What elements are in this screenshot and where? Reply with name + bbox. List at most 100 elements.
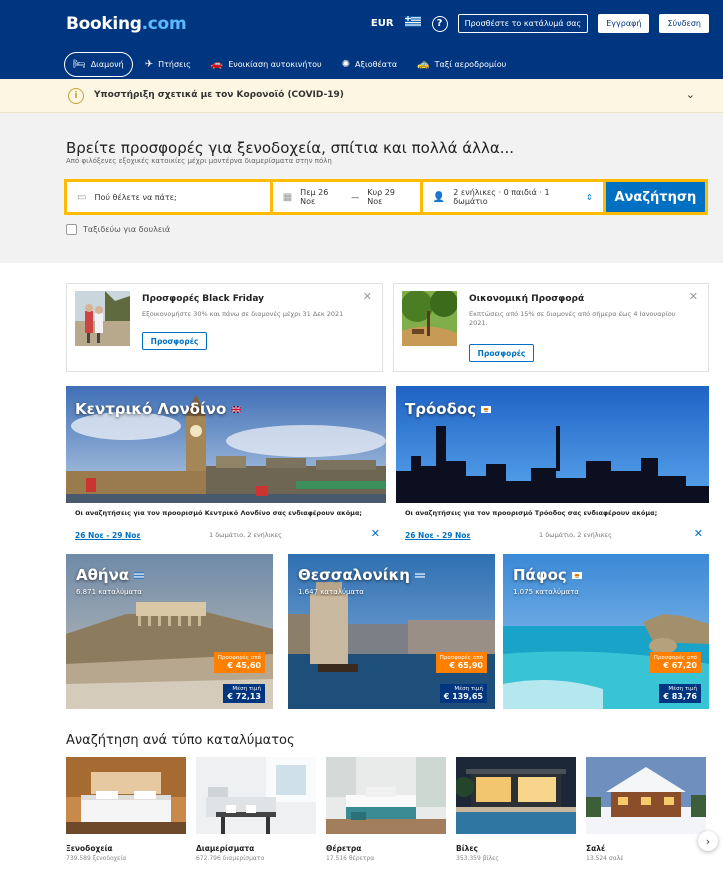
currency-selector[interactable]: EUR xyxy=(371,18,394,29)
signin-button[interactable]: Σύνδεση xyxy=(659,14,709,33)
average-price-badge: Μέση τιμή € 139,65 xyxy=(439,684,487,703)
property-count: 1.647 καταλύματα xyxy=(298,588,364,596)
hotels-image xyxy=(66,757,186,834)
search-button[interactable]: Αναζήτηση xyxy=(605,182,705,212)
work-travel-checkbox[interactable]: Ταξιδεύω για δουλειά xyxy=(66,224,170,235)
destination-thessaloniki[interactable]: Θεσσαλονίκη 1.647 καταλύματα Προσφορές α… xyxy=(288,554,495,709)
property-type-count: 13.524 σαλέ xyxy=(586,855,624,862)
property-type-count: 17.516 θέρετρα xyxy=(326,855,375,862)
taxi-icon: 🚕 xyxy=(417,59,430,70)
greece-flag-icon xyxy=(414,571,425,579)
cyprus-flag-icon xyxy=(571,571,582,579)
property-type-resorts[interactable]: Θέρετρα 17.516 θέρετρα xyxy=(326,757,446,862)
property-type-name: Σαλέ xyxy=(586,844,606,853)
nav-stays[interactable]: 🛏 Διαμονή xyxy=(64,52,133,77)
promo-image xyxy=(402,291,457,346)
nav-flights[interactable]: ✈ Πτήσεις xyxy=(137,52,199,77)
recent-search-dates-link[interactable]: 26 Νοε - 29 Νοε xyxy=(405,531,471,540)
recent-search-troodos[interactable]: Τρόοδος Οι αναζητήσεις για τον προορισμό… xyxy=(396,386,709,551)
promo-desc: Εκπτώσεις από 15% σε διαμονές από σήμερα… xyxy=(469,310,676,328)
destination-athens[interactable]: Αθήνα 6.871 καταλύματα Προσφορές από € 45… xyxy=(66,554,273,709)
covid-banner[interactable]: i Υποστήριξη σχετικά με τον Κορονοϊό (CO… xyxy=(0,79,723,113)
recent-search-dates-link[interactable]: 26 Νοε - 29 Νοε xyxy=(75,531,141,540)
search-bar: ▭ Πού θέλετε να πάτε; ▦ Πεμ 26 Νοε — Κυρ… xyxy=(64,179,708,215)
property-type-count: 739.589 ξενοδοχεία xyxy=(66,855,127,862)
promo-budget: Οικονομική Προσφορά Εκπτώσεις από 15% σε… xyxy=(393,283,709,372)
greece-flag-icon xyxy=(134,571,145,579)
help-icon[interactable]: ? xyxy=(431,15,448,32)
property-type-name: Θέρετρα xyxy=(326,844,362,853)
property-types-title: Αναζήτηση ανά τύπο καταλύματος xyxy=(66,733,295,748)
register-button[interactable]: Εγγραφή xyxy=(598,14,650,33)
destination-name: Αθήνα xyxy=(76,566,145,584)
booking-logo[interactable]: Booking.com xyxy=(66,14,187,34)
destination-name: Θεσσαλονίκη xyxy=(298,566,425,584)
chevron-down-icon[interactable]: ⌄ xyxy=(686,88,695,101)
promo-black-friday: Προσφορές Black Friday Εξοικονομήστε 30%… xyxy=(66,283,383,372)
list-property-button[interactable]: Προσθέστε το κατάλυμά σας xyxy=(457,14,589,33)
close-icon[interactable]: ✕ xyxy=(689,290,698,303)
attractions-icon: ✺ xyxy=(341,59,351,70)
recent-search-guests: 1 δωμάτιο, 2 ενήλικες xyxy=(539,531,612,539)
recent-search-note: Οι αναζητήσεις για τον προορισμό Τρόοδος… xyxy=(405,509,658,517)
person-icon: 👤 xyxy=(432,191,446,203)
average-price-badge: Μέση τιμή € 72,13 xyxy=(223,684,265,703)
destination-input[interactable]: ▭ Πού θέλετε να πάτε; xyxy=(67,182,270,212)
plane-icon: ✈ xyxy=(144,59,154,70)
recent-search-london[interactable]: Κεντρικό Λονδίνο Οι αναζητήσεις για τον … xyxy=(66,386,386,551)
carousel-next-button[interactable]: › xyxy=(698,831,718,851)
property-type-hotels[interactable]: Ξενοδοχεία 739.589 ξενοδοχεία xyxy=(66,757,186,862)
property-type-count: 353.359 βίλες xyxy=(456,855,499,862)
destination-name: Πάφος xyxy=(513,566,582,584)
car-icon: 🚗 xyxy=(210,59,224,70)
uk-flag-icon xyxy=(231,405,242,413)
calendar-icon: ▦ xyxy=(282,191,293,203)
destination-name: Τρόοδος xyxy=(405,400,492,418)
close-icon[interactable]: ✕ xyxy=(694,527,703,540)
property-type-villas[interactable]: Βίλες 353.359 βίλες xyxy=(454,757,576,862)
main-nav: 🛏 Διαμονή ✈ Πτήσεις 🚗 Ενοικίαση αυτοκινήτου… xyxy=(64,52,514,77)
header: Booking.com EUR ? Προσθέστε το κατάλυμά … xyxy=(0,0,723,79)
chevron-right-icon: › xyxy=(705,834,711,848)
guests-selector[interactable]: 👤 2 ενήλικες · 0 παιδιά · 1 δωμάτιο ⇕ xyxy=(422,182,603,212)
search-subtitle: Από φιλόξενες εξοχικές κατοικίες μέχρι μ… xyxy=(66,157,332,165)
updown-caret-icon: ⇕ xyxy=(586,192,593,202)
destination-name: Κεντρικό Λονδίνο xyxy=(75,400,242,418)
recent-search-guests: 1 δωμάτιο, 2 ενήλικες xyxy=(209,531,282,539)
property-type-apartments[interactable]: Διαμερίσματα 672.796 διαμερίσματα xyxy=(196,757,316,862)
language-flag-icon[interactable] xyxy=(404,16,422,31)
date-picker[interactable]: ▦ Πεμ 26 Νοε — Κυρ 29 Νοε xyxy=(272,182,420,212)
checkbox[interactable] xyxy=(66,224,77,235)
close-icon[interactable]: ✕ xyxy=(363,290,372,303)
destination-paphos[interactable]: Πάφος 1.075 καταλύματα Προσφορές από € 67… xyxy=(503,554,709,709)
covid-text: Υποστήριξη σχετικά με τον Κορονοϊό (COVI… xyxy=(94,90,344,100)
bed-icon: 🛏 xyxy=(73,59,86,70)
nav-car-rental[interactable]: 🚗 Ενοικίαση αυτοκινήτου xyxy=(203,52,330,77)
promo-deals-button[interactable]: Προσφορές xyxy=(142,332,207,350)
property-type-name: Βίλες xyxy=(456,844,479,853)
chalets-image xyxy=(586,757,706,834)
deal-badge: Προσφορές από € 67,20 xyxy=(649,652,701,673)
deal-badge: Προσφορές από € 65,90 xyxy=(435,652,487,673)
property-type-name: Ξενοδοχεία xyxy=(66,844,113,853)
promo-title: Προσφορές Black Friday xyxy=(142,294,264,304)
property-type-count: 672.796 διαμερίσματα xyxy=(196,855,265,862)
nav-airport-taxi[interactable]: 🚕 Ταξί αεροδρομίου xyxy=(409,52,514,77)
promo-title: Οικονομική Προσφορά xyxy=(469,294,585,304)
promo-image xyxy=(75,291,130,346)
villas-image xyxy=(454,757,576,834)
resorts-image xyxy=(326,757,446,834)
deal-badge: Προσφορές από € 45,60 xyxy=(213,652,265,673)
bed-icon: ▭ xyxy=(77,191,87,203)
search-title: Βρείτε προσφορές για ξενοδοχεία, σπίτια … xyxy=(66,139,515,157)
property-type-chalets[interactable]: Σαλέ 13.524 σαλέ xyxy=(586,757,706,862)
property-type-name: Διαμερίσματα xyxy=(196,844,255,853)
header-actions: EUR ? Προσθέστε το κατάλυμά σας Εγγραφή … xyxy=(371,14,709,33)
recent-search-note: Οι αναζητήσεις για τον προορισμό Κεντρικ… xyxy=(75,509,363,517)
nav-attractions[interactable]: ✺ Αξιοθέατα xyxy=(334,52,406,77)
close-icon[interactable]: ✕ xyxy=(371,527,380,540)
property-count: 6.871 καταλύματα xyxy=(76,588,142,596)
promo-deals-button[interactable]: Προσφορές xyxy=(469,344,534,362)
apartments-image xyxy=(196,757,316,834)
info-icon: i xyxy=(68,88,84,104)
